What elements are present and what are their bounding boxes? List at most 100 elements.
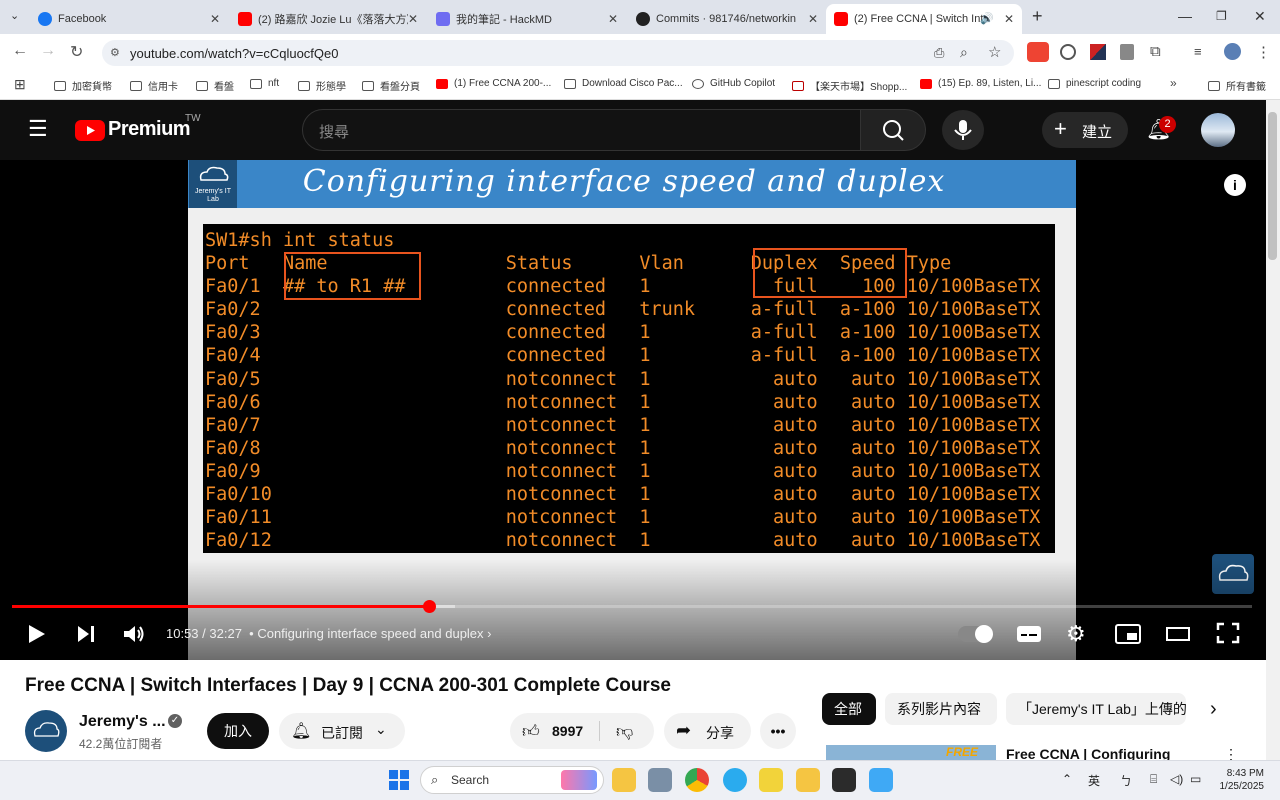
bookmark-folder[interactable]: 所有書籤 [1208, 78, 1266, 93]
close-icon[interactable]: ✕ [1004, 12, 1014, 26]
bookmark-link[interactable]: Download Cisco Pac... [564, 78, 683, 89]
back-icon[interactable]: ← [12, 42, 28, 60]
taskbar-search[interactable]: ⌕ Search [420, 766, 604, 794]
bookmark-link[interactable]: (1) Free CCNA 200-... [436, 78, 551, 89]
channel-avatar[interactable] [25, 710, 67, 752]
bookmark-folder[interactable]: nft [250, 78, 279, 89]
subscribed-button[interactable]: 🔔︎ 已訂閱 ⌄ [279, 713, 405, 749]
chevron-right-icon[interactable]: › [487, 626, 491, 641]
close-icon[interactable]: ✕ [608, 12, 618, 26]
tab-search-chevron-icon[interactable]: ⌄ [10, 9, 19, 22]
speaker-icon[interactable]: 🔊 [980, 12, 994, 25]
reload-icon[interactable]: ↻ [70, 42, 83, 62]
join-button[interactable]: 加入 [207, 713, 269, 749]
maximize-button[interactable]: ❐ [1216, 9, 1227, 23]
forward-icon[interactable]: → [40, 42, 56, 60]
zoom-icon[interactable]: ⌕ [960, 44, 968, 61]
more-actions-button[interactable]: ••• [760, 713, 796, 749]
bookmark-star-icon[interactable]: ☆ [988, 43, 1001, 61]
youtube-logo-icon[interactable] [75, 120, 105, 141]
share-button[interactable]: ➦ 分享 [664, 713, 751, 749]
extension-new-icon[interactable] [1027, 42, 1049, 62]
fullscreen-icon[interactable] [1216, 622, 1240, 644]
play-icon[interactable] [26, 623, 48, 645]
chapter-title[interactable]: Configuring interface speed and duplex [257, 626, 483, 641]
extension-flag-icon[interactable] [1090, 44, 1106, 60]
bookmark-folder[interactable]: 信用卡 [130, 78, 178, 93]
chip-uploads[interactable]: 「Jeremy's IT Lab」上傳的 [1006, 693, 1186, 725]
folder-icon[interactable] [796, 768, 820, 792]
bookmark-folder[interactable]: 看盤 [196, 78, 234, 93]
tab-facebook[interactable]: Facebook ✕ [30, 4, 228, 34]
create-button[interactable]: + 建立 [1042, 112, 1128, 148]
youtube-premium-label[interactable]: Premium [108, 118, 191, 141]
new-tab-button[interactable]: + [1032, 6, 1043, 27]
battery-icon[interactable]: ▭ [1190, 772, 1201, 786]
search-button[interactable] [860, 109, 926, 151]
hamburger-menu-icon[interactable]: ☰ [28, 116, 48, 142]
subtitles-icon[interactable] [1016, 624, 1042, 644]
extension-doc-icon[interactable] [1120, 44, 1134, 60]
like-count[interactable]: 8997 [552, 723, 583, 739]
next-icon[interactable] [76, 625, 96, 643]
recommended-thumbnail[interactable]: FREE [826, 745, 996, 760]
notepad-icon[interactable] [869, 768, 893, 792]
miniplayer-icon[interactable] [1115, 624, 1141, 644]
voice-search-button[interactable] [942, 110, 984, 150]
terminal-icon[interactable] [832, 768, 856, 792]
install-app-icon[interactable]: ⎙ [934, 45, 944, 61]
bookmark-link[interactable]: GitHub Copilot [692, 78, 775, 89]
bookmark-folder[interactable]: 看盤分頁 [362, 78, 420, 93]
page-scrollbar[interactable] [1266, 100, 1280, 760]
extension-icon[interactable] [1060, 44, 1076, 60]
progress-scrubber[interactable] [422, 600, 436, 613]
media-control-icon[interactable]: ≡ [1194, 44, 1202, 59]
bookmark-folder[interactable]: pinescript coding [1048, 78, 1141, 89]
close-icon[interactable]: ✕ [808, 12, 818, 26]
site-info-icon[interactable]: ⚙ [110, 46, 120, 59]
bookmark-folder[interactable]: 形態學 [298, 78, 346, 93]
tab-youtube-music[interactable]: (2) 路嘉欣 Jozie Lu《落落大方》 ✕ [230, 4, 426, 34]
channel-name[interactable]: Jeremy's ... [79, 713, 166, 731]
volume-icon[interactable] [122, 623, 146, 645]
tab-github[interactable]: Commits · 981746/networking- ✕ [628, 4, 826, 34]
bookmark-link[interactable]: (15) Ep. 89, Listen, Li... [920, 78, 1041, 89]
chrome-icon[interactable] [685, 768, 709, 792]
autoplay-toggle[interactable] [958, 625, 993, 643]
browser-menu-icon[interactable]: ⋮ [1256, 43, 1271, 61]
sticky-notes-icon[interactable] [759, 768, 783, 792]
chip-all[interactable]: 全部 [822, 693, 876, 725]
search-input[interactable]: 搜尋 [302, 109, 862, 151]
speaker-icon[interactable]: ◁) [1170, 772, 1183, 786]
settings-gear-icon[interactable]: ⚙ [1066, 621, 1086, 647]
apps-grid-icon[interactable]: ⊞ [14, 76, 26, 93]
scrollbar-thumb[interactable] [1268, 112, 1277, 260]
chevron-right-icon[interactable]: › [1210, 698, 1217, 721]
ime-indicator[interactable]: 英 [1088, 772, 1100, 789]
bookmark-link[interactable]: 【楽天市場】Shopp... [792, 78, 907, 93]
bookmark-folder[interactable]: 加密貨幣 [54, 78, 112, 93]
info-icon[interactable]: i [1224, 174, 1246, 196]
minimize-button[interactable]: — [1178, 8, 1192, 24]
dislike-thumb-icon[interactable]: 👎︎ [616, 721, 633, 742]
chip-series[interactable]: 系列影片內容 [885, 693, 997, 725]
url-text[interactable]: youtube.com/watch?v=cCqluocfQe0 [130, 46, 338, 61]
window-close-button[interactable]: ✕ [1254, 8, 1266, 25]
tab-ccna-active[interactable]: (2) Free CCNA | Switch Inte 🔊 ✕ [826, 4, 1022, 34]
close-icon[interactable]: ✕ [210, 12, 220, 26]
taskbar-clock[interactable]: 8:43 PM 1/25/2025 [1216, 767, 1265, 793]
file-explorer-icon[interactable] [612, 768, 636, 792]
tray-chevron-up-icon[interactable]: ⌃ [1062, 772, 1072, 786]
more-bookmarks-icon[interactable]: » [1170, 76, 1177, 90]
network-icon[interactable]: ⌸ [1150, 772, 1157, 787]
telegram-icon[interactable] [723, 768, 747, 792]
tab-hackmd[interactable]: 我的筆記 - HackMD ✕ [428, 4, 626, 34]
ime-mode-icon[interactable]: ㄅ [1120, 772, 1132, 789]
account-avatar[interactable] [1201, 113, 1235, 147]
extensions-puzzle-icon[interactable]: ⧉ [1150, 43, 1161, 60]
theater-mode-icon[interactable] [1166, 626, 1190, 642]
profile-avatar[interactable] [1224, 43, 1241, 60]
app-icon[interactable] [648, 768, 672, 792]
close-icon[interactable]: ✕ [408, 12, 418, 26]
like-thumb-icon[interactable]: 👍︎ [522, 721, 540, 742]
